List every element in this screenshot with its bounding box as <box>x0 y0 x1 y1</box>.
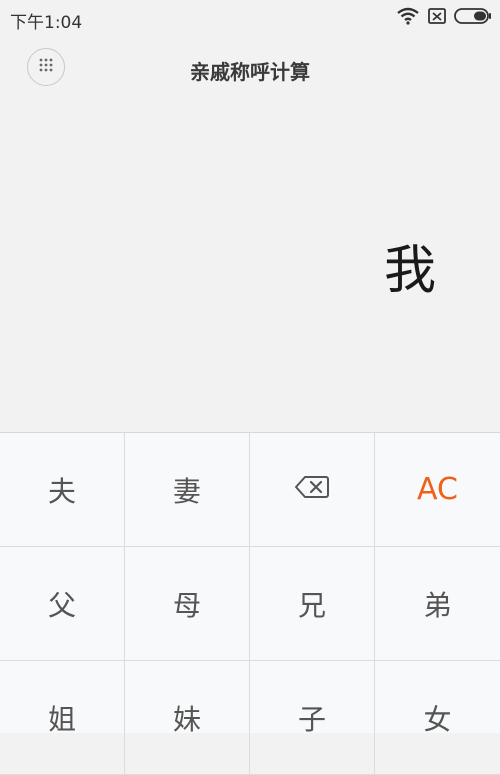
page-title: 亲戚称呼计算 <box>190 60 310 84</box>
status-time: 下午1:04 <box>10 13 83 33</box>
key-daughter[interactable]: 女 <box>375 661 500 775</box>
key-younger-sister[interactable]: 妹 <box>125 661 250 775</box>
wifi-icon <box>396 7 420 29</box>
status-bar: 下午1:04 <box>0 0 500 36</box>
result-display: 我 <box>383 241 436 301</box>
backspace-icon <box>295 473 329 506</box>
key-mother[interactable]: 母 <box>125 547 250 661</box>
key-wife[interactable]: 妻 <box>125 433 250 547</box>
status-icons <box>396 7 492 29</box>
battery-icon <box>454 8 492 28</box>
key-son[interactable]: 子 <box>250 661 375 775</box>
no-sim-icon <box>428 7 446 29</box>
key-younger-brother[interactable]: 弟 <box>375 547 500 661</box>
backspace-button[interactable] <box>250 433 375 547</box>
key-elder-sister[interactable]: 姐 <box>0 661 125 775</box>
key-father[interactable]: 父 <box>0 547 125 661</box>
keypad: 夫 妻 AC 父 母 兄 弟 姐 妹 子 女 <box>0 432 500 775</box>
key-elder-brother[interactable]: 兄 <box>250 547 375 661</box>
header: 亲戚称呼计算 <box>0 44 500 90</box>
key-husband[interactable]: 夫 <box>0 433 125 547</box>
clear-button[interactable]: AC <box>375 433 500 547</box>
